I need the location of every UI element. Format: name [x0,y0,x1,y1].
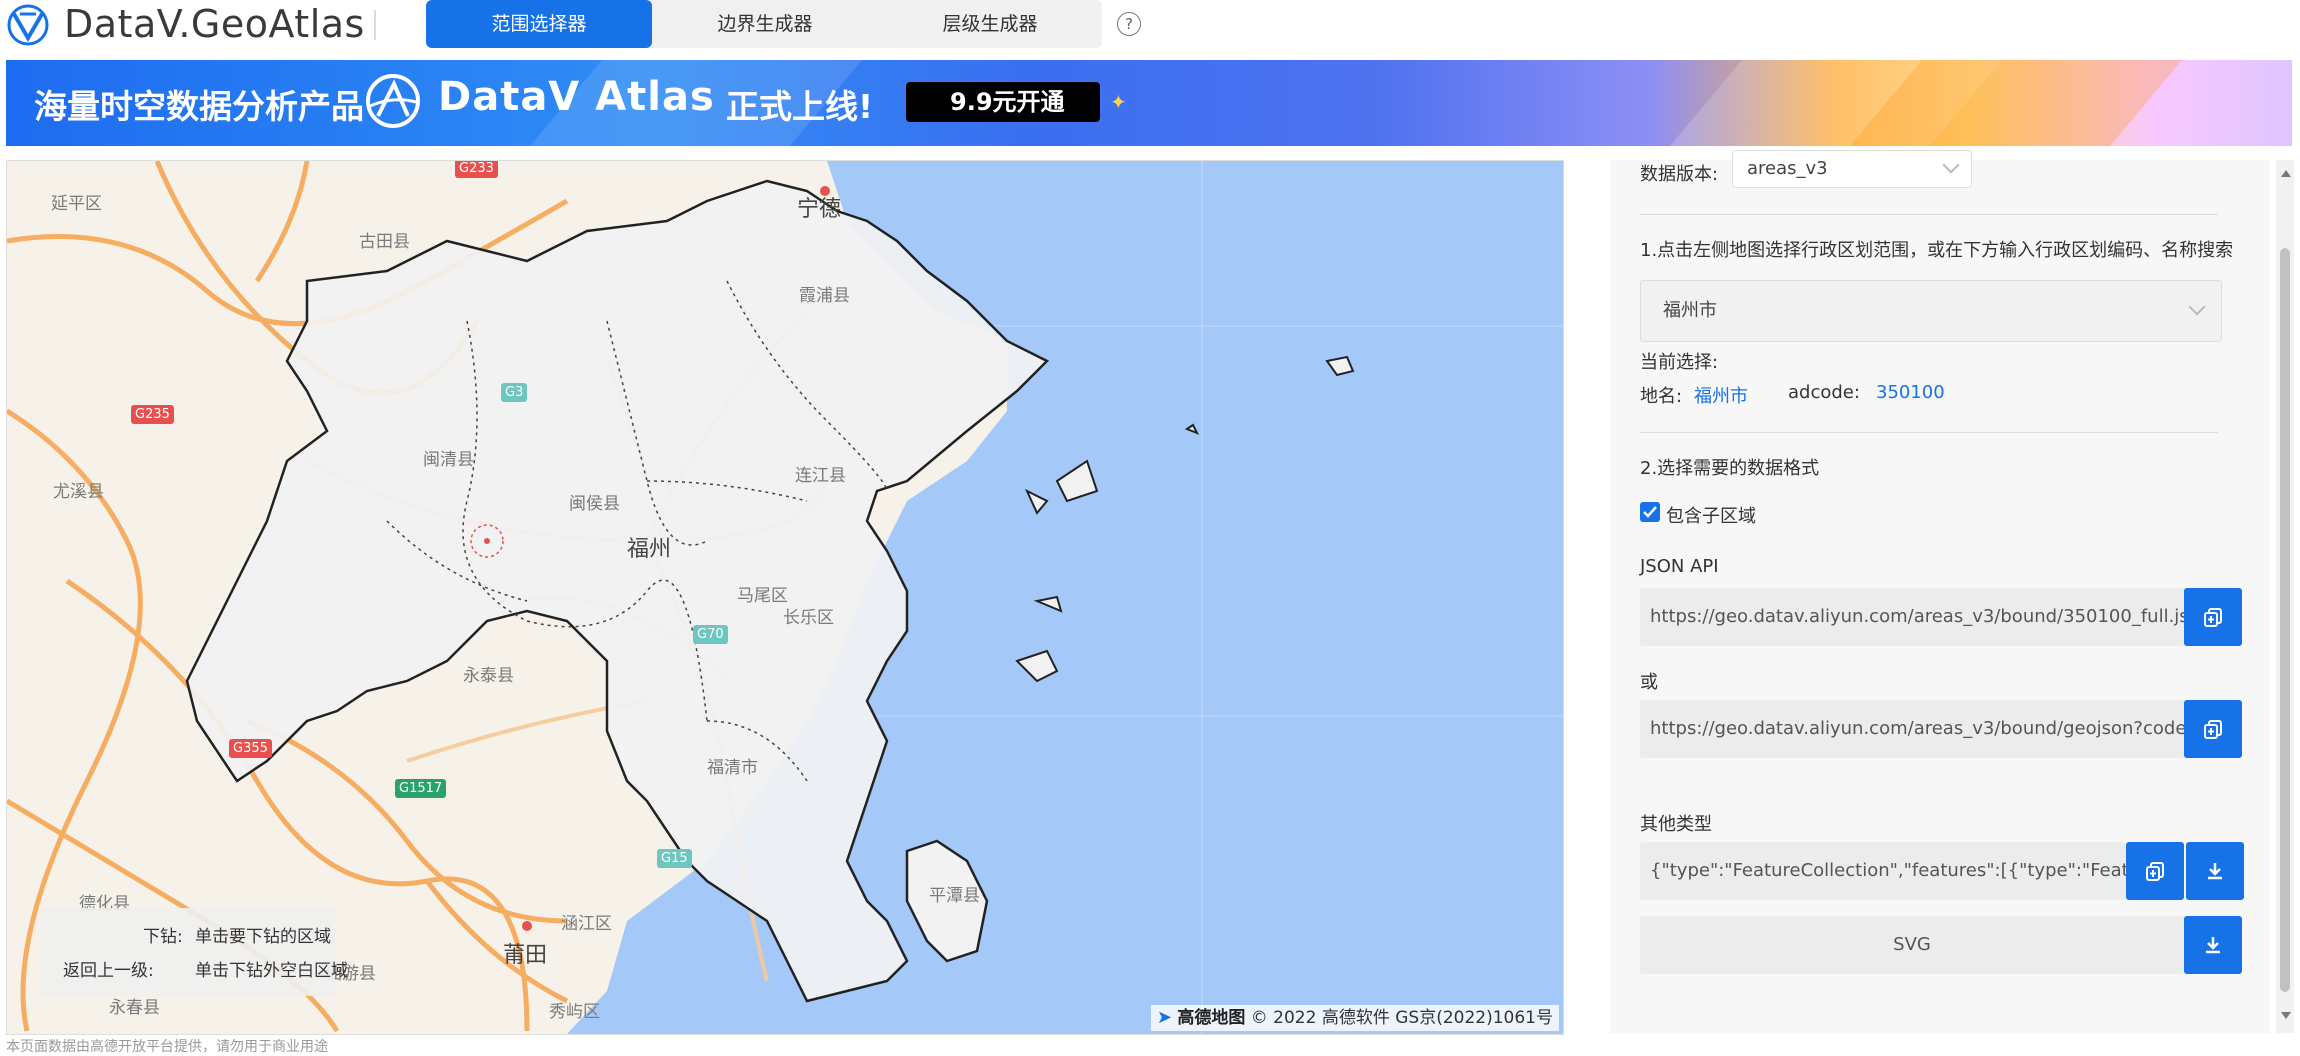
place-label: 长乐区 [783,608,834,628]
place-label: 永泰县 [463,666,514,686]
json-api-url-field[interactable]: https://geo.datav.aliyun.com/areas_v3/bo… [1640,588,2184,646]
top-header: DataV.GeoAtlas 范围选择器 边界生成器 层级生成器 ? [0,0,2300,50]
copy-geojson-button[interactable] [2184,700,2242,758]
sparkle-icon: ✦ [1110,90,1127,114]
place-label: 宁德 [797,197,842,222]
chevron-down-icon [2188,298,2206,316]
current-selection-label: 当前选择: [1640,352,1719,373]
datav-logo-icon [7,4,49,46]
place-label: 霞浦县 [799,286,850,306]
copy-json-api-button[interactable] [2184,588,2242,646]
promo-banner[interactable]: 海量时空数据分析产品 DataV Atlas 正式上线! 9.9元开通 ✦ [6,60,2292,146]
drill-label: 下钻: [143,927,183,947]
header-divider [374,10,376,40]
region-search-select[interactable]: 福州市 [1640,280,2222,342]
place-label: 秀屿区 [549,1002,600,1022]
road-badge: G235 [131,405,174,424]
place-label: 福清市 [707,758,758,778]
download-icon [2206,937,2220,954]
svg-format-field[interactable]: SVG [1640,916,2184,974]
map-canvas[interactable]: 延平区 宁德 古田县 霞浦县 G235 G3 闽清县 闽侯县 尤溪县 连江县 福… [6,160,1564,1035]
place-label: 古田县 [359,232,410,252]
place-label: 福州 [627,537,672,562]
json-api-label: JSON API [1640,556,1719,577]
amap-copyright: © 2022 高德软件 GS京(2022)1061号 [1250,1008,1553,1028]
download-json-button[interactable] [2186,842,2244,900]
name-value: 福州市 [1694,386,1748,407]
adcode-value: 350100 [1876,382,1945,403]
place-label: 连江县 [795,466,846,486]
other-types-label: 其他类型 [1640,814,1712,835]
scroll-down-arrow-icon[interactable] [2281,1012,2291,1019]
back-label: 返回上一级: [63,961,154,981]
place-label: 尤溪县 [53,482,104,502]
tab-boundary-generator[interactable]: 边界生成器 [652,0,878,48]
download-icon [2208,863,2222,880]
feature-json-field[interactable]: {"type":"FeatureCollection","features":[… [1640,842,2126,900]
atlas-logo-icon [366,74,420,128]
geojson-url-field[interactable]: https://geo.datav.aliyun.com/areas_v3/bo… [1640,700,2184,758]
amap-logo-icon: ➤ [1156,1007,1172,1028]
tab-level-generator[interactable]: 层级生成器 [878,0,1102,48]
banner-launch: 正式上线! [726,87,874,126]
check-icon [1643,506,1657,518]
map-attribution: ➤ 高德地图 © 2022 高德软件 GS京(2022)1061号 [1150,1005,1559,1031]
back-text: 单击下钻外空白区域 [195,961,348,981]
region-search-value: 福州市 [1663,300,1717,321]
tab-range-selector[interactable]: 范围选择器 [426,0,652,48]
brand-title[interactable]: DataV.GeoAtlas [64,2,365,46]
banner-product: DataV Atlas [438,74,715,120]
road-badge: G233 [455,161,498,178]
road-badge: G70 [693,625,728,644]
include-subregion-label[interactable]: 包含子区域 [1666,502,1756,528]
divider [1640,432,2218,433]
version-select[interactable]: areas_v3 [1732,150,1972,188]
mode-tabs: 范围选择器 边界生成器 层级生成器 [426,0,1102,48]
copy-icon [2146,862,2164,881]
place-label: 延平区 [51,194,102,214]
map-help-tip: 下钻: 单击要下钻的区域 返回上一级: 单击下钻外空白区域 [41,908,348,996]
road-badge: G3 [501,383,528,402]
banner-cta-button[interactable]: 9.9元开通 ✦ [906,82,1127,122]
amap-provider[interactable]: 高德地图 [1177,1008,1245,1028]
place-label: 闽清县 [423,450,474,470]
scrollbar-thumb[interactable] [2280,248,2290,992]
road-badge: G1517 [395,779,447,798]
place-label: 闽侯县 [569,494,620,514]
scroll-up-arrow-icon[interactable] [2281,170,2291,177]
step1-instruction: 1.点击左侧地图选择行政区划范围，或在下方输入行政区划编码、名称搜索 [1640,240,2234,261]
place-label: 涵江区 [561,914,612,934]
banner-cta-label: 9.9元开通 [950,88,1065,116]
copy-icon [2204,608,2222,627]
or-label: 或 [1640,672,1658,693]
copy-icon [2204,720,2222,739]
place-label: 马尾区 [737,586,788,606]
question-circle-icon[interactable]: ? [1117,12,1141,36]
name-label: 地名: [1640,386,1683,407]
place-label: 平潭县 [929,886,980,906]
include-subregion-checkbox[interactable] [1640,502,1660,522]
copy-feature-json-button[interactable] [2126,842,2184,900]
place-label: 莆田 [503,943,548,968]
version-value: areas_v3 [1747,158,1828,179]
road-badge: G355 [229,739,272,758]
download-svg-button[interactable] [2184,916,2242,974]
banner-slogan: 海量时空数据分析产品 [34,87,364,126]
place-label: 永春县 [109,998,160,1018]
chevron-down-icon [1942,156,1960,174]
config-panel: 数据版本: areas_v3 1.点击左侧地图选择行政区划范围，或在下方输入行政… [1610,150,2270,1033]
version-label: 数据版本: [1640,164,1719,185]
panel-scrollbar[interactable] [2276,160,2294,1033]
divider [1640,214,2218,215]
road-badge: G15 [657,849,692,868]
adcode-label: adcode: [1788,382,1860,403]
step2-instruction: 2.选择需要的数据格式 [1640,458,1820,479]
drill-text: 单击要下钻的区域 [195,927,331,947]
map-footnote: 本页面数据由高德开放平台提供，请勿用于商业用途 [6,1039,328,1055]
